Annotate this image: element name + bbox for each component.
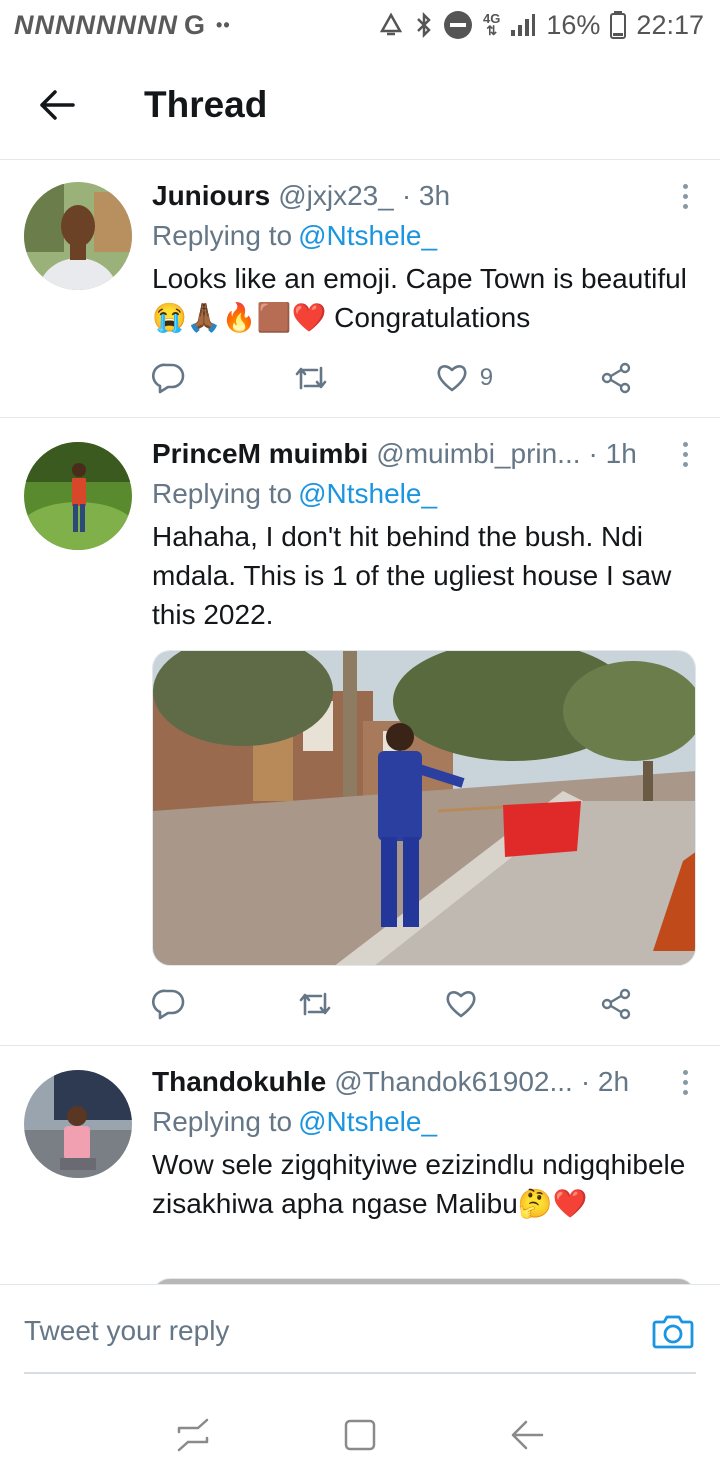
share-button[interactable] (600, 362, 632, 394)
more-options-button[interactable] (670, 178, 700, 214)
tweet-time: · 3h (401, 180, 451, 211)
replying-to: Replying to @Ntshele_ (152, 1106, 700, 1140)
tweet-text: Hahaha, I don't hit behind the bush. Ndi… (152, 521, 672, 630)
home-icon (344, 1419, 376, 1451)
tweet[interactable]: Juniours @jxjx23_ · 3h Replying to @Ntshe… (0, 160, 720, 418)
tweet-time: · 1h (588, 438, 637, 469)
reply-button[interactable] (152, 362, 186, 394)
recent-apps-icon (178, 1418, 209, 1452)
reply-icon (152, 363, 185, 394)
share-icon (601, 362, 631, 394)
replying-to: Replying to @Ntshele_ (152, 478, 700, 512)
battery-icon (610, 11, 627, 39)
battery-percent: 16% (546, 9, 601, 40)
mention-link[interactable]: @Ntshele_ (298, 220, 437, 251)
author-name[interactable]: PrinceM muimbi (152, 438, 368, 470)
avatar[interactable] (24, 182, 132, 290)
retweet-icon (300, 992, 331, 1016)
author-name[interactable]: Thandokuhle (152, 1066, 326, 1098)
avatar[interactable] (24, 1070, 132, 1178)
tweet-actions (152, 984, 632, 1024)
reply-icon (152, 989, 185, 1020)
heart-icon (446, 991, 476, 1018)
replying-to-label: Replying to (152, 478, 293, 509)
more-options-button[interactable] (670, 1064, 700, 1100)
bluetooth-icon (417, 11, 431, 39)
back-button[interactable] (22, 70, 92, 140)
reply-button[interactable] (152, 988, 186, 1020)
camera-button[interactable] (650, 1308, 696, 1354)
tweet-image[interactable] (152, 650, 696, 966)
tweet-text: Wow sele zigqhityiwe ezizindlu ndigqhibe… (152, 1149, 686, 1219)
thread-header: Thread (0, 50, 720, 160)
tweet-time: · 2h (580, 1066, 630, 1097)
like-button[interactable]: 9 (436, 363, 493, 393)
recent-apps-button[interactable] (163, 1405, 223, 1465)
reply-feed[interactable]: Juniours @jxjx23_ · 3h Replying to @Ntshe… (0, 160, 720, 1284)
photo-street-man-red-flag (153, 651, 695, 965)
avatar[interactable] (24, 442, 132, 550)
share-icon (601, 988, 631, 1020)
tweet[interactable]: Thandokuhle @Thandok61902... · 2h Replyi… (0, 1046, 720, 1284)
system-icons: 4G ⇅ 16% 22:17 (377, 10, 704, 41)
tweet-actions: 9 (152, 358, 632, 398)
mention-link[interactable]: @Ntshele_ (298, 478, 437, 509)
author-handle[interactable]: @jxjx23_ (278, 180, 394, 212)
notification-icons: NNNNNNNN G •• (14, 10, 231, 41)
author-name[interactable]: Juniours (152, 180, 270, 212)
reply-input[interactable] (24, 1300, 584, 1361)
back-arrow-icon (511, 1420, 543, 1450)
retweet-button[interactable] (293, 363, 329, 393)
tweet-text: Looks like an emoji. Cape Town is beauti… (152, 263, 687, 333)
do-not-disturb-icon (444, 11, 473, 39)
notification-g-icon: G (184, 9, 207, 40)
camera-icon (652, 1315, 694, 1348)
like-button[interactable] (445, 989, 489, 1019)
heart-icon (437, 365, 467, 392)
replying-to: Replying to @Ntshele_ (152, 220, 700, 254)
replying-to-label: Replying to (152, 220, 293, 251)
more-notifications-icon: •• (216, 14, 231, 35)
reply-composer (0, 1284, 720, 1376)
system-navigation-bar (0, 1390, 720, 1480)
author-handle[interactable]: @muimbi_prin... (376, 438, 580, 470)
signal-icon (511, 14, 536, 36)
status-bar: NNNNNNNN G •• 4G ⇅ 16% 22:17 (0, 0, 720, 50)
author-handle[interactable]: @Thandok61902... (334, 1066, 573, 1098)
composer-underline (24, 1372, 696, 1374)
back-nav-button[interactable] (497, 1405, 557, 1465)
retweet-icon (295, 366, 327, 390)
network-type-icon: 4G ⇅ (483, 11, 501, 38)
clock: 22:17 (636, 9, 704, 40)
arrow-left-icon (40, 89, 75, 120)
tweet[interactable]: PrinceM muimbi @muimbi_prin... · 1h Repl… (0, 418, 720, 1046)
replying-to-label: Replying to (152, 1106, 293, 1137)
home-button[interactable] (330, 1405, 390, 1465)
like-count: 9 (479, 364, 494, 391)
mention-link[interactable]: @Ntshele_ (298, 1106, 437, 1137)
page-title: Thread (144, 83, 268, 125)
more-options-button[interactable] (670, 436, 700, 472)
retweet-button[interactable] (297, 989, 333, 1019)
share-button[interactable] (600, 988, 632, 1020)
recycle-icon (379, 12, 403, 36)
notification-n-icons: NNNNNNNN (14, 9, 178, 40)
